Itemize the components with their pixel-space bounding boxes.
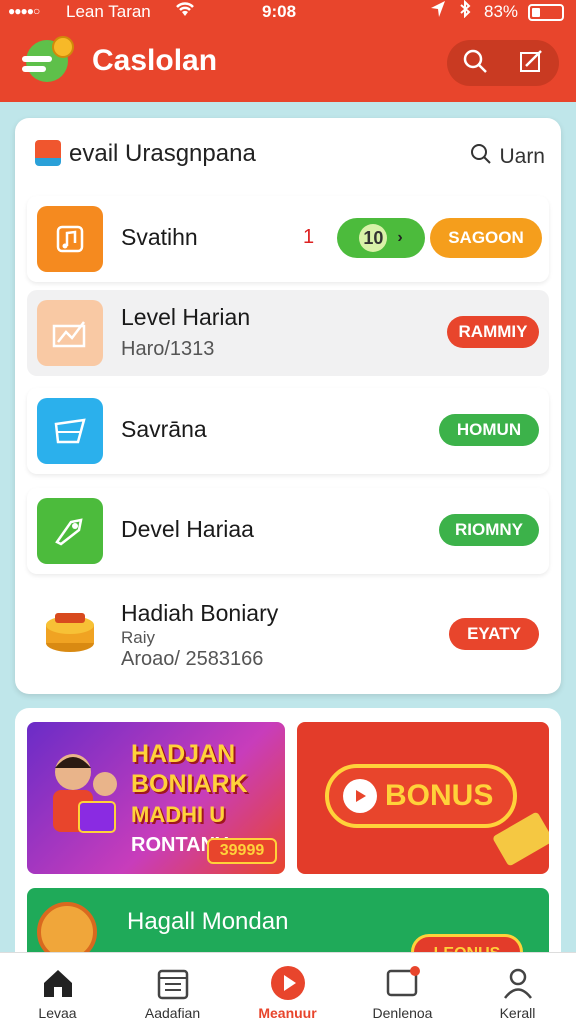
nav-label: Denlenoa	[372, 1005, 433, 1021]
play-icon	[268, 963, 308, 1003]
promo-section: HADJAN BONIARK MADHI U RONTANY 39999 BON…	[15, 708, 561, 968]
card-link-label: Uarn	[499, 145, 545, 168]
row-title: Devel Hariaa	[121, 516, 254, 542]
nav-label: Aadafian	[144, 1005, 201, 1021]
promo-banner-2[interactable]: BONUS	[297, 722, 549, 874]
list-item[interactable]: Savrāna HOMUN	[27, 388, 549, 474]
row-subtitle: Raiy	[121, 628, 156, 647]
music-icon	[37, 206, 103, 272]
flag-icon	[35, 140, 61, 166]
mascot-image	[53, 754, 117, 833]
search-icon	[461, 47, 489, 80]
chat-icon	[383, 963, 423, 1003]
battery-icon	[528, 4, 564, 21]
app-logo	[22, 36, 74, 86]
signal-icon: ●●●●○	[8, 4, 40, 18]
app-title: Caslolan	[92, 44, 218, 77]
action-button[interactable]: EYATY	[449, 618, 539, 650]
search-button[interactable]	[447, 40, 503, 86]
action-button[interactable]: SAGOON	[430, 218, 542, 258]
row-title: Level Harian	[121, 304, 251, 330]
app-header: ●●●●○ Lean Taran 9:08 83% Caslolan	[0, 0, 576, 102]
bottom-nav: Levaa Aadafian Meanuur Denlenoa Kerall	[0, 952, 576, 1024]
action-button[interactable]: RAMMIY	[447, 316, 539, 348]
nav-item-play[interactable]: Meanuur	[230, 953, 345, 1024]
card-search-link[interactable]: Uarn	[469, 142, 545, 172]
list-item[interactable]: Hadiah Boniary Raiy Aroao/ 2583166 EYATY	[27, 588, 549, 674]
search-icon	[469, 142, 493, 172]
nav-item-chat[interactable]: Denlenoa	[345, 953, 460, 1024]
status-bar: ●●●●○ Lean Taran 9:08 83%	[0, 0, 576, 24]
action-button[interactable]: RIOMNY	[439, 514, 539, 546]
nav-label: Levaa	[38, 1005, 77, 1021]
card-title: evail Urasgnpana	[69, 140, 256, 167]
promo-badge: 39999	[207, 838, 277, 864]
action-button[interactable]: HOMUN	[439, 414, 539, 446]
row-subtitle-2: Aroao/ 2583166	[121, 648, 264, 670]
promo-line: BONIARK	[131, 770, 248, 798]
bonus-pill: BONUS	[325, 764, 517, 828]
promo-title: Hagall Mondan	[127, 908, 289, 935]
rewards-card: evail Urasgnpana Uarn Svatihn 1 10 › SAG…	[15, 118, 561, 694]
nav-item-home[interactable]: Levaa	[0, 953, 115, 1024]
bonus-label: BONUS	[385, 779, 494, 812]
header-actions	[447, 40, 559, 86]
row-title: Hadiah Boniary	[121, 600, 279, 626]
play-icon	[343, 779, 377, 813]
status-time: 9:08	[262, 2, 297, 21]
location-icon	[430, 0, 446, 23]
promo-banner-1[interactable]: HADJAN BONIARK MADHI U RONTANY 39999	[27, 722, 285, 874]
calendar-icon	[153, 963, 193, 1003]
list-item[interactable]: Level Harian Haro/1313 RAMMIY	[27, 290, 549, 376]
toggle-value: 10	[359, 224, 388, 252]
card-header: evail Urasgnpana Uarn	[35, 138, 545, 172]
battery-percent: 83%	[484, 2, 519, 21]
ticket-icon	[37, 398, 103, 464]
chart-icon	[37, 300, 103, 366]
edit-icon	[518, 48, 544, 79]
wifi-icon	[174, 0, 196, 23]
coins-icon	[37, 598, 103, 664]
chevron-right-icon: ›	[397, 229, 403, 246]
list-item[interactable]: Svatihn 1 10 › SAGOON	[27, 196, 549, 282]
row-count: 1	[303, 226, 315, 248]
carrier-name: Lean Taran	[66, 2, 151, 21]
row-title: Svatihn	[121, 224, 198, 250]
edit-button[interactable]	[503, 40, 559, 86]
list-item[interactable]: Devel Hariaa RIOMNY	[27, 488, 549, 574]
quantity-toggle[interactable]: 10 ›	[337, 218, 425, 258]
promo-line: HADJAN	[131, 740, 236, 768]
nav-label: Meanuur	[258, 1005, 317, 1021]
bluetooth-icon	[458, 0, 472, 23]
row-subtitle: Haro/1313	[121, 338, 215, 360]
nav-item-profile[interactable]: Kerall	[460, 953, 575, 1024]
nav-label: Kerall	[499, 1005, 536, 1021]
profile-icon	[498, 963, 538, 1003]
nav-item-calendar[interactable]: Aadafian	[115, 953, 230, 1024]
home-icon	[38, 963, 78, 1003]
row-title: Savrāna	[121, 416, 207, 442]
rocket-icon	[37, 498, 103, 564]
promo-line: MADHI U	[131, 802, 226, 827]
